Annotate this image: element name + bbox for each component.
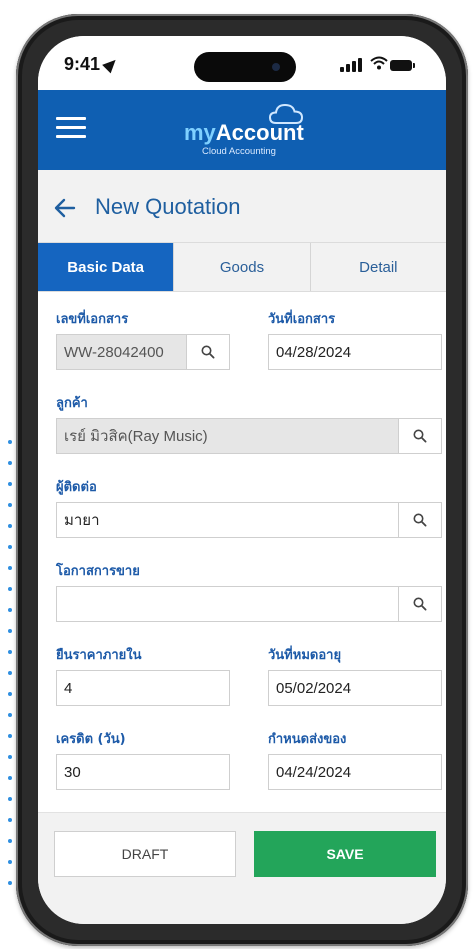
expiry-date-field[interactable]: 05/02/2024: [268, 670, 442, 706]
status-bar: 9:41: [38, 36, 446, 90]
search-icon: [201, 345, 215, 359]
menu-icon[interactable]: [56, 117, 86, 139]
price-valid-field[interactable]: 4: [56, 670, 230, 706]
page-title: New Quotation: [95, 194, 241, 219]
delivery-date-field[interactable]: 04/24/2024: [268, 754, 442, 790]
decorative-dots: [8, 440, 14, 920]
tab-basic-data[interactable]: Basic Data: [38, 243, 174, 291]
customer-field[interactable]: เรย์ มิวสิค(Ray Music): [56, 418, 398, 454]
doc-date-label: วันที่เอกสาร: [268, 312, 336, 327]
doc-number-label: เลขที่เอกสาร: [56, 312, 129, 327]
sales-opportunity-field[interactable]: [56, 586, 398, 622]
logo-my: my: [184, 120, 216, 145]
status-time: 9:41: [64, 54, 101, 74]
tab-goods[interactable]: Goods: [173, 243, 309, 291]
search-icon: [413, 513, 427, 527]
doc-number-search-button[interactable]: [186, 334, 230, 370]
customer-search-button[interactable]: [398, 418, 442, 454]
price-valid-label: ยืนราคาภายใน: [56, 648, 142, 663]
back-arrow-icon[interactable]: [54, 198, 76, 218]
contact-label: ผู้ติดต่อ: [56, 480, 97, 495]
doc-date-field[interactable]: 04/28/2024: [268, 334, 442, 370]
search-icon: [413, 597, 427, 611]
contact-group: มายา: [56, 502, 442, 538]
sales-opportunity-label: โอกาสการขาย: [56, 564, 140, 579]
customer-group: เรย์ มิวสิค(Ray Music): [56, 418, 442, 454]
delivery-date-label: กำหนดส่งของ: [268, 732, 347, 747]
status-time-wrap: 9:41: [64, 54, 120, 75]
wifi-icon: [370, 56, 388, 74]
dynamic-island: [194, 52, 296, 82]
location-arrow-icon: [102, 55, 120, 74]
credit-days-label: เครดิต (วัน): [56, 732, 126, 747]
customer-label: ลูกค้า: [56, 396, 88, 411]
sales-opportunity-group: [56, 586, 442, 622]
phone-screen: 9:41 myAccount Cloud Accounting New Quot…: [38, 36, 446, 924]
credit-days-field[interactable]: 30: [56, 754, 230, 790]
doc-number-field[interactable]: WW-28042400: [56, 334, 186, 370]
contact-field[interactable]: มายา: [56, 502, 398, 538]
doc-number-group: WW-28042400: [56, 334, 230, 370]
expiry-date-label: วันที่หมดอายุ: [268, 648, 342, 663]
save-button[interactable]: SAVE: [254, 831, 436, 877]
logo-subtitle: Cloud Accounting: [202, 146, 276, 157]
contact-search-button[interactable]: [398, 502, 442, 538]
app-header: myAccount Cloud Accounting: [38, 90, 446, 170]
camera-dot: [272, 63, 280, 71]
tab-bar: Basic Data Goods Detail: [38, 242, 446, 292]
page-title-bar: New Quotation: [38, 170, 446, 242]
action-footer: DRAFT SAVE: [38, 812, 446, 924]
quotation-form: เลขที่เอกสาร WW-28042400 วันที่เอกสาร 04…: [38, 292, 446, 812]
logo-account: Account: [215, 120, 304, 145]
draft-button[interactable]: DRAFT: [54, 831, 236, 877]
cellular-signal-icon: [340, 58, 364, 72]
tab-detail[interactable]: Detail: [309, 243, 446, 291]
logo-title: myAccount: [184, 120, 304, 146]
app-logo: myAccount Cloud Accounting: [184, 102, 314, 162]
battery-icon: [390, 60, 415, 71]
sales-opportunity-search-button[interactable]: [398, 586, 442, 622]
search-icon: [413, 429, 427, 443]
